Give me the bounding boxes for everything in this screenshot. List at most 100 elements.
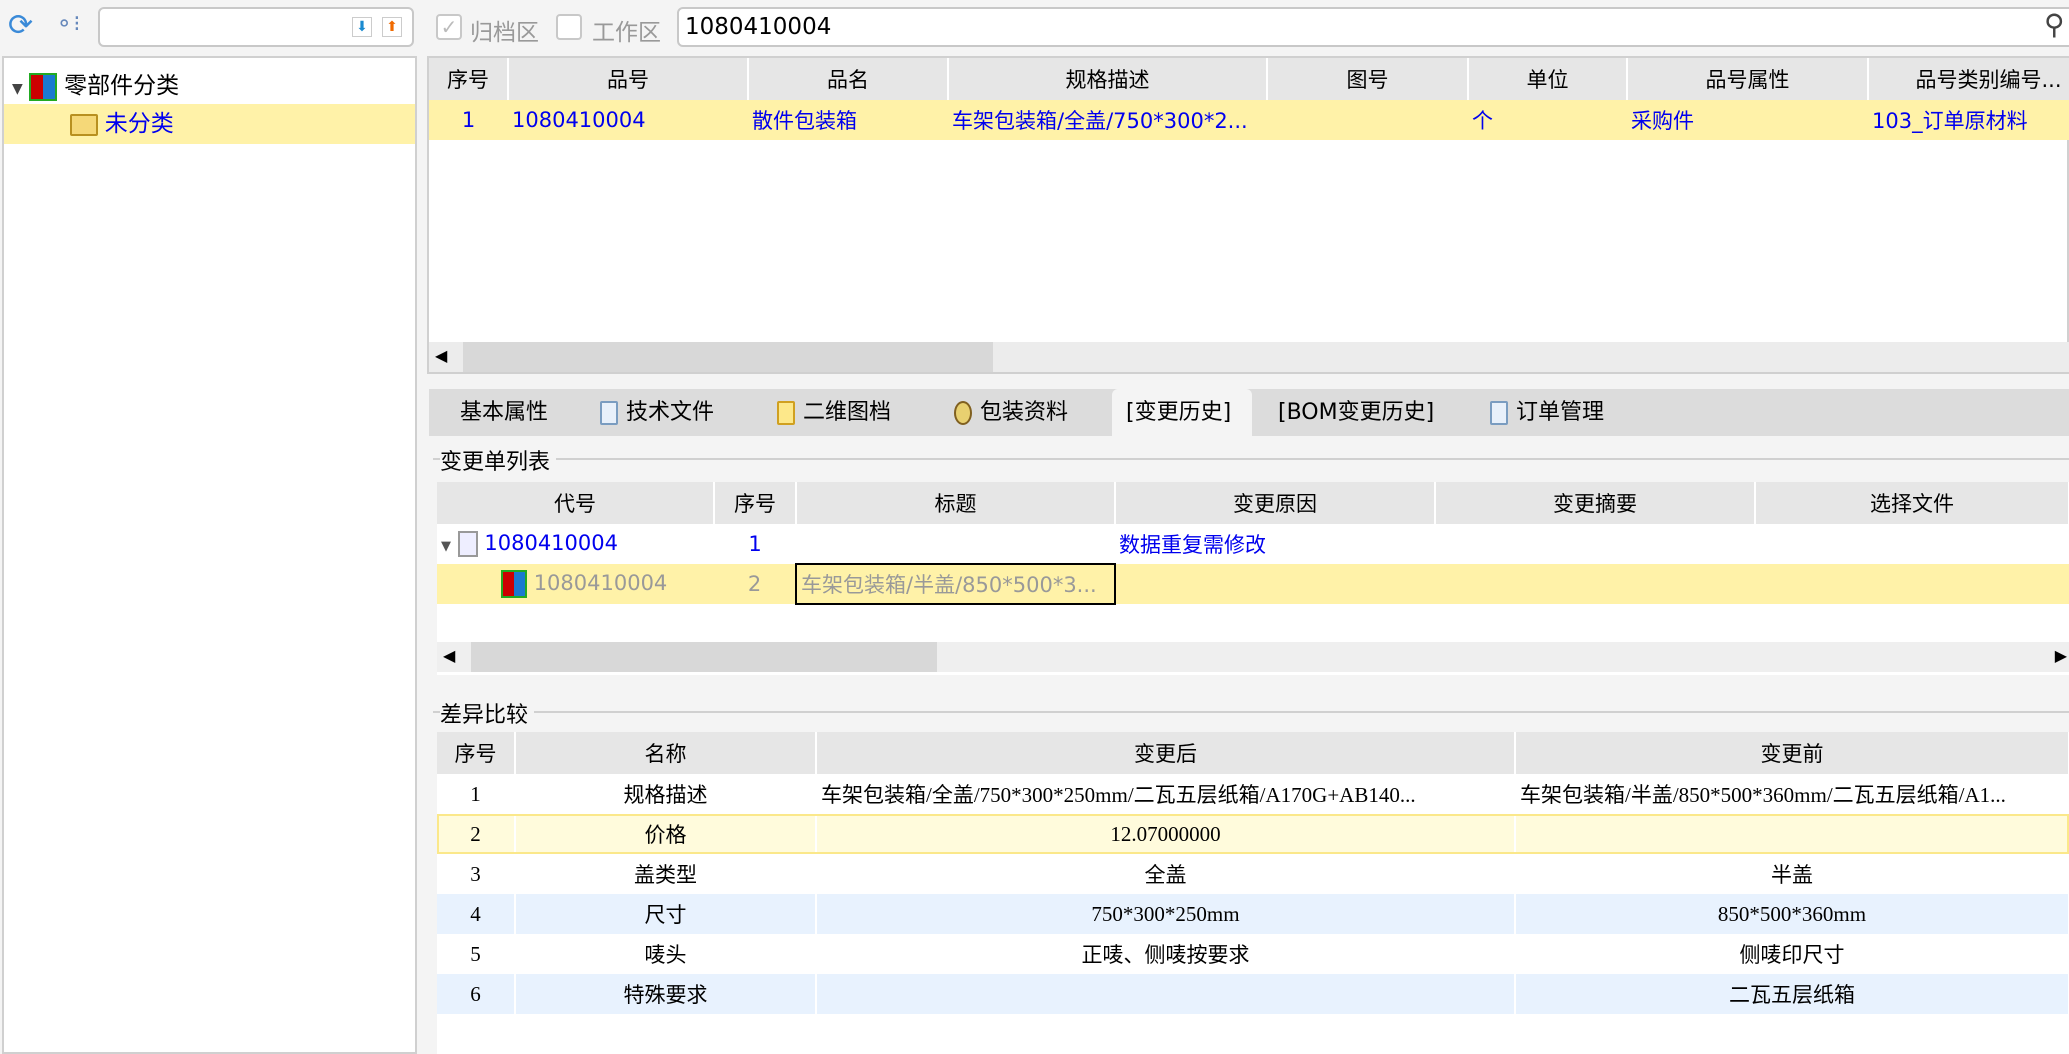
col-header[interactable]: 单位 [1468, 58, 1628, 100]
drawing-icon [777, 401, 795, 425]
cell: 全盖 [816, 854, 1516, 894]
tab-label: [变更历史] [1126, 400, 1232, 425]
tree-search-input[interactable]: ⬇ ⬆ [98, 7, 414, 47]
table-row[interactable]: 4 尺寸 750*300*250mm 850*500*360mm [437, 894, 2069, 934]
category-tree: ▼ 零部件分类 未分类 [2, 56, 417, 1054]
cell: 103_订单原材料 [1868, 100, 2069, 140]
tree-root[interactable]: ▼ 零部件分类 [12, 66, 179, 106]
cell: 1080410004 [484, 531, 618, 555]
col-header[interactable]: 变更原因 [1115, 482, 1436, 524]
document-icon [1490, 401, 1508, 425]
part-icon [501, 570, 527, 598]
cell [1115, 564, 1435, 604]
cell: 侧唛印尺寸 [1515, 934, 2069, 974]
table-row[interactable]: 2 价格 12.07000000 [437, 814, 2069, 854]
diff-panel: 序号 名称 变更后 变更前 1 规格描述 车架包装箱/全盖/750*300*250m… [437, 732, 2069, 1054]
cell: 规格描述 [515, 774, 817, 814]
table-row[interactable]: 1 规格描述 车架包装箱/全盖/750*300*250mm/二瓦五层纸箱/A170G… [437, 774, 2069, 814]
collapse-icon[interactable]: ▼ [12, 81, 23, 97]
table-row[interactable]: 1080410004 2 车架包装箱/半盖/850*500*3... [437, 563, 2069, 605]
tab-basic[interactable]: 基本属性 [446, 389, 562, 436]
cell: 价格 [515, 814, 817, 854]
cell: 6 [437, 974, 516, 1014]
col-header[interactable]: 序号 [714, 482, 797, 524]
category-icon [29, 73, 58, 101]
title-cell-editing[interactable]: 车架包装箱/半盖/850*500*3... [795, 563, 1116, 605]
col-header[interactable]: 序号 [437, 732, 516, 774]
scroll-left-icon[interactable]: ◀ [443, 646, 455, 665]
tab-2d-drawings[interactable]: 二维图档 [763, 389, 905, 436]
table-row[interactable]: 1 1080410004 散件包装箱 车架包装箱/全盖/750*300*2...… [429, 100, 2069, 140]
tab-packaging[interactable]: 包装资料 [940, 389, 1082, 436]
horizontal-scrollbar[interactable]: ◀ ▶ [437, 642, 2069, 672]
cell: 车架包装箱/全盖/750*300*250mm/二瓦五层纸箱/A170G+AB14… [816, 774, 1516, 814]
cell: 数据重复需修改 [1119, 533, 1266, 557]
col-header[interactable]: 序号 [429, 58, 509, 100]
col-header[interactable]: 选择文件 [1755, 482, 2069, 524]
cell [1515, 814, 2069, 854]
table-header: 序号 品号 品名 规格描述 图号 单位 品号属性 品号类别编号... [429, 58, 2069, 100]
cell: 个 [1468, 100, 1627, 140]
diff-table: 序号 名称 变更后 变更前 1 规格描述 车架包装箱/全盖/750*300*250m… [437, 732, 2069, 1014]
archive-checkbox[interactable]: ✓ [436, 14, 462, 40]
search-up-icon[interactable]: ⬆ [382, 17, 402, 37]
collapse-icon[interactable]: ▼ [441, 539, 451, 554]
cell [1267, 100, 1468, 140]
search-down-icon[interactable]: ⬇ [352, 17, 372, 37]
col-header[interactable]: 代号 [437, 482, 715, 524]
horizontal-scrollbar[interactable]: ◀ [429, 342, 2069, 372]
cell: 12.07000000 [816, 814, 1516, 854]
search-icon[interactable]: ⚲ [2044, 8, 2065, 41]
package-icon [954, 401, 972, 425]
col-header[interactable]: 变更前 [1515, 732, 2069, 774]
cell: 唛头 [515, 934, 817, 974]
cell: 盖类型 [515, 854, 817, 894]
cell: 1080410004 [508, 100, 748, 140]
col-header[interactable]: 品号类别编号... [1868, 58, 2069, 100]
table-row[interactable]: ▼ 1080410004 1 数据重复需修改 [437, 524, 2069, 564]
scroll-right-icon[interactable]: ▶ [2055, 646, 2067, 665]
change-list-table: 代号 序号 标题 变更原因 变更摘要 选择文件 ▼ 1080410004 1 数… [437, 482, 2069, 605]
tab-bom-history[interactable]: [BOM变更历史] [1264, 389, 1448, 436]
col-header[interactable]: 规格描述 [948, 58, 1268, 100]
tab-label: [BOM变更历史] [1278, 400, 1435, 425]
scrollbar-thumb[interactable] [463, 342, 993, 372]
table-row[interactable]: 6 特殊要求 二瓦五层纸箱 [437, 974, 2069, 1014]
tab-change-history[interactable]: [变更历史] [1112, 389, 1252, 436]
work-checkbox[interactable] [556, 14, 582, 40]
scroll-left-icon[interactable]: ◀ [435, 346, 447, 365]
col-header[interactable]: 标题 [796, 482, 1116, 524]
cell: 2 [437, 814, 516, 854]
cell: 车架包装箱/半盖/850*500*360mm/二瓦五层纸箱/A1... [1515, 774, 2069, 814]
col-header[interactable]: 品号 [508, 58, 749, 100]
tree-item-uncategorized[interactable]: 未分类 [4, 104, 415, 144]
cell: 5 [437, 934, 516, 974]
tree-item-label: 未分类 [104, 111, 174, 137]
tab-label: 二维图档 [803, 400, 892, 425]
cell: 尺寸 [515, 894, 817, 934]
cell: 车架包装箱/全盖/750*300*2... [948, 100, 1267, 140]
cell [1755, 564, 2069, 604]
cell [796, 524, 1115, 564]
scrollbar-thumb[interactable] [471, 642, 937, 672]
cell: 1080410004 [533, 571, 668, 595]
col-header[interactable]: 名称 [515, 732, 817, 774]
tree-structure-icon[interactable]: ⚬⁝ [55, 12, 80, 37]
col-header[interactable]: 品名 [748, 58, 949, 100]
col-header[interactable]: 图号 [1267, 58, 1469, 100]
tab-label: 包装资料 [980, 400, 1069, 425]
cell [1755, 524, 2069, 564]
col-header[interactable]: 变更后 [816, 732, 1516, 774]
change-doc-icon [457, 531, 478, 557]
col-header[interactable]: 品号属性 [1627, 58, 1869, 100]
col-header[interactable]: 变更摘要 [1435, 482, 1756, 524]
table-row[interactable]: 5 唛头 正唛、侧唛按要求 侧唛印尺寸 [437, 934, 2069, 974]
tab-orders[interactable]: 订单管理 [1476, 389, 1618, 436]
table-row[interactable]: 3 盖类型 全盖 半盖 [437, 854, 2069, 894]
query-input[interactable]: 1080410004 [677, 7, 2069, 47]
tab-tech-docs[interactable]: 技术文件 [586, 389, 728, 436]
folder-icon [70, 114, 98, 136]
refresh-icon[interactable]: ⟳ [8, 8, 33, 43]
cell: 采购件 [1627, 100, 1868, 140]
document-icon [600, 401, 618, 425]
